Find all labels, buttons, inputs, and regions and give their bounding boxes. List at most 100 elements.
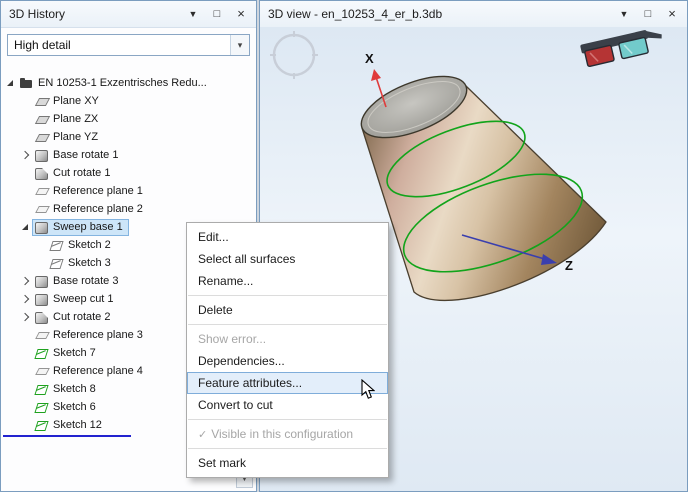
tree-item-reference-plane-1[interactable]: Reference plane 1 [1,182,256,200]
tree-item-content: Cut rotate 2 [32,309,116,326]
tree-item-label: Plane ZX [53,113,99,125]
menu-item-label: Dependencies... [198,354,285,368]
refplane-icon [34,184,49,198]
menu-item-label: Set mark [198,456,247,470]
check-icon: ✓ [198,428,208,441]
menu-item-set-mark[interactable]: Set mark [187,452,388,474]
tree-item-reference-plane-2[interactable]: Reference plane 2 [1,200,256,218]
pin-icon[interactable]: ▼ [617,7,631,21]
menu-item-convert-to-cut[interactable]: Convert to cut [187,394,388,416]
sketch-icon [34,418,49,432]
application-window: 3D History ▼ □ × High detail ▾ EN 10253-… [0,0,688,492]
close-icon[interactable]: × [665,7,679,21]
close-icon[interactable]: × [234,7,248,21]
sketch-icon [49,238,64,252]
expand-arrow-icon[interactable] [18,274,32,288]
expander-glyph [22,224,28,230]
expand-arrow-icon[interactable] [18,148,32,162]
detail-level-value: High detail [14,38,71,52]
tree-item-content: Sketch 6 [32,399,102,416]
tree-item-content: Reference plane 1 [32,183,149,200]
solid-icon [34,274,49,288]
pin-icon[interactable]: ▼ [186,7,200,21]
menu-item-delete[interactable]: Delete [187,299,388,321]
plane-icon [34,94,49,108]
refplane-icon [34,328,49,342]
history-insertion-marker [3,435,131,437]
menu-item-edit[interactable]: Edit... [187,226,388,248]
tree-item-cut-rotate-1[interactable]: Cut rotate 1 [1,164,256,182]
tree-item-content: Plane XY [32,93,105,110]
tree-item-label: Sketch 12 [53,419,102,431]
menu-item-show-error: Show error... [187,328,388,350]
tree-item-plane-yz[interactable]: Plane YZ [1,128,256,146]
menu-item-dependencies[interactable]: Dependencies... [187,350,388,372]
tree-item-label: Sweep base 1 [53,221,123,233]
history-panel-title: 3D History [9,7,66,21]
maximize-icon[interactable]: □ [210,7,224,21]
menu-item-label: Visible in this configuration [211,427,354,441]
menu-item-label: Edit... [198,230,229,244]
refplane-icon [34,364,49,378]
tree-item-content: Sketch 7 [32,345,102,362]
maximize-icon[interactable]: □ [641,7,655,21]
menu-item-select-all-surfaces[interactable]: Select all surfaces [187,248,388,270]
tree-item-content: Reference plane 3 [32,327,149,344]
expander-glyph [20,312,30,322]
tree-item-content: Plane YZ [32,129,104,146]
menu-separator [188,419,387,420]
dropdown-arrow-icon[interactable]: ▾ [230,35,249,55]
expander-glyph [20,276,30,286]
expand-arrow-icon[interactable] [18,310,32,324]
tree-item-label: Sketch 8 [53,383,96,395]
menu-item-label: Convert to cut [198,398,273,412]
tree-item-content: Reference plane 2 [32,201,149,218]
expander-glyph [7,80,13,86]
tree-item-plane-xy[interactable]: Plane XY [1,92,256,110]
menu-item-label: Delete [198,303,233,317]
menu-item-rename[interactable]: Rename... [187,270,388,292]
tree-item-label: Base rotate 3 [53,275,119,287]
menu-item-label: Show error... [198,332,267,346]
expand-arrow-icon[interactable] [18,292,32,306]
detail-level-dropdown[interactable]: High detail ▾ [7,34,250,56]
menu-separator [188,324,387,325]
sketch-icon [34,382,49,396]
mouse-cursor [361,378,376,405]
tree-item-label: Base rotate 1 [53,149,119,161]
solid-icon [34,292,49,306]
sketch-icon [34,400,49,414]
tree-item-label: Cut rotate 1 [53,167,111,179]
tree-item-plane-zx[interactable]: Plane ZX [1,110,256,128]
tree-item-content: Sketch 2 [47,237,117,254]
tree-item-en-10253-1-exzentrisches-redu[interactable]: EN 10253-1 Exzentrisches Redu... [1,74,256,92]
solid-icon [34,220,49,234]
history-window-buttons: ▼ □ × [186,7,248,21]
tree-item-label: Reference plane 3 [53,329,143,341]
sketch-icon [34,346,49,360]
tree-item-label: Plane YZ [53,131,99,143]
menu-item-label: Select all surfaces [198,252,296,266]
tree-item-label: Sketch 3 [68,257,111,269]
sketch-icon [49,256,64,270]
collapse-arrow-icon[interactable] [18,220,32,234]
tree-item-content: Base rotate 1 [32,147,124,164]
tree-item-label: Cut rotate 2 [53,311,111,323]
collapse-arrow-icon[interactable] [3,76,17,90]
menu-item-feature-attributes[interactable]: Feature attributes... [187,372,388,394]
tree-item-base-rotate-1[interactable]: Base rotate 1 [1,146,256,164]
tree-item-content: Sweep base 1 [32,218,129,236]
axis-x-label: X [365,51,374,66]
tree-item-content: EN 10253-1 Exzentrisches Redu... [17,75,213,92]
history-titlebar: 3D History ▼ □ × [1,1,256,28]
tree-item-content: Sketch 8 [32,381,102,398]
expander-glyph [20,294,30,304]
tree-item-label: Sketch 7 [53,347,96,359]
